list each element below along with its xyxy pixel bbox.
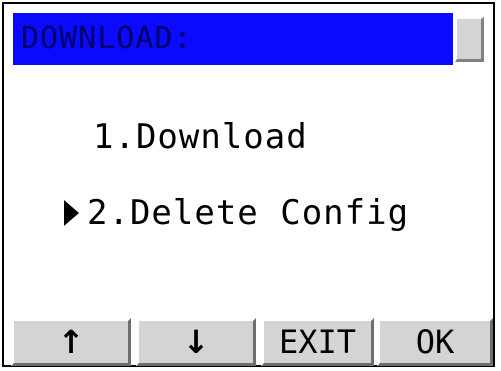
page-title: DOWNLOAD: — [21, 21, 193, 56]
exit-button[interactable]: EXIT — [261, 318, 374, 366]
title-scroll-button[interactable] — [455, 17, 484, 62]
softkey-bar: ↑ ↓ EXIT OK — [11, 318, 493, 368]
menu-item-delete-config[interactable]: 2.Delete Config — [87, 193, 409, 233]
menu-item-download[interactable]: 1.Download — [93, 117, 308, 157]
selection-cursor-icon — [64, 200, 79, 226]
arrow-down-icon: ↓ — [182, 323, 210, 361]
down-button[interactable]: ↓ — [136, 318, 256, 366]
up-button[interactable]: ↑ — [11, 318, 131, 366]
title-bar: DOWNLOAD: — [13, 13, 453, 65]
ok-button[interactable]: OK — [377, 318, 493, 366]
arrow-up-icon: ↑ — [57, 323, 85, 361]
